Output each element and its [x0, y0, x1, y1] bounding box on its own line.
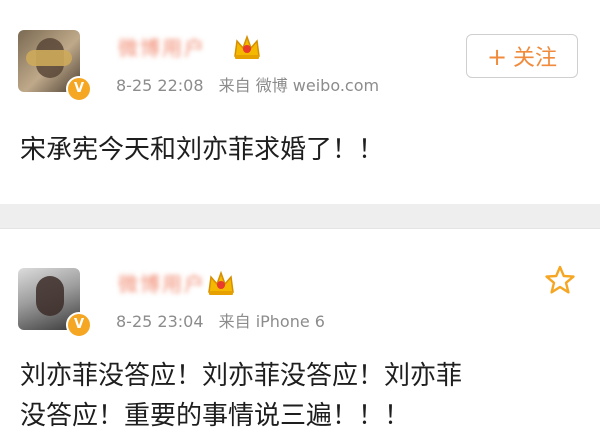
post-card[interactable]: V 微博用户 8-25 22:08 来自 微博 weibo.com + 关注 宋承…: [0, 0, 600, 204]
post-text: 宋承宪今天和刘亦菲求婚了！！: [20, 135, 385, 165]
weibo-feed: V 微博用户 8-25 22:08 来自 微博 weibo.com + 关注 宋承…: [0, 0, 600, 441]
username[interactable]: 微博用户: [118, 268, 206, 297]
feed-separator: [0, 204, 600, 228]
verified-badge-icon: V: [66, 76, 92, 102]
post-meta: 8-25 23:04 来自 iPhone 6: [116, 308, 335, 332]
verified-badge-icon: V: [66, 312, 92, 338]
post-text-line: 刘亦菲没答应！刘亦菲没答应！刘亦菲: [20, 361, 463, 391]
post-source[interactable]: 来自 微博 weibo.com: [219, 76, 379, 95]
follow-button[interactable]: + 关注: [466, 34, 578, 78]
avatar-mask: [26, 50, 72, 66]
avatar-face: [36, 276, 64, 316]
post-meta: 8-25 22:08 来自 微博 weibo.com: [116, 72, 389, 96]
username[interactable]: 微博用户: [118, 32, 206, 61]
plus-icon: +: [486, 43, 508, 71]
post-text-line: 没答应！重要的事情说三遍！！！: [20, 401, 411, 431]
follow-label: 关注: [513, 46, 558, 71]
post-timestamp: 8-25 22:08: [116, 76, 204, 95]
post-text: 刘亦菲没答应！刘亦菲没答应！刘亦菲 没答应！重要的事情说三遍！！！: [20, 356, 580, 436]
crown-icon: [234, 34, 260, 59]
star-icon[interactable]: [544, 264, 576, 296]
post-source[interactable]: 来自 iPhone 6: [219, 312, 325, 331]
post-timestamp: 8-25 23:04: [116, 312, 204, 331]
crown-icon: [208, 270, 234, 295]
